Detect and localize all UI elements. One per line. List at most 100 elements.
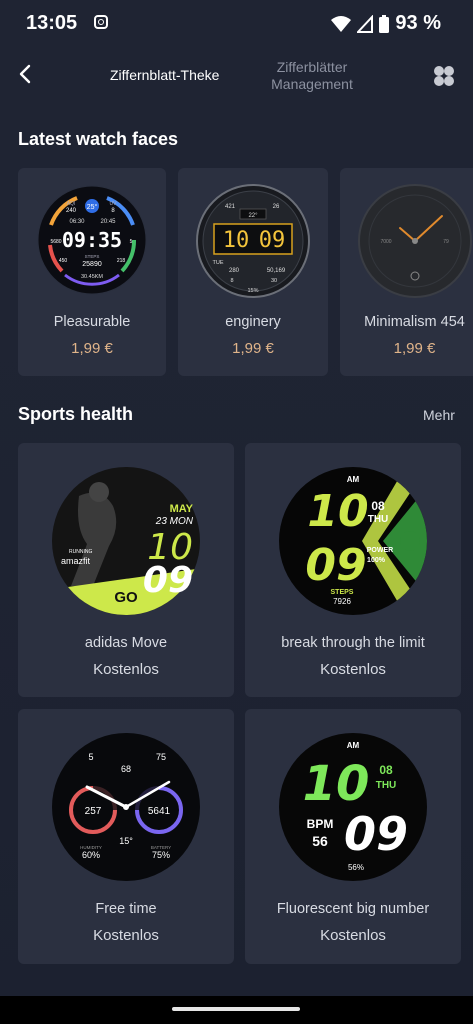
instagram-icon <box>94 15 108 29</box>
face-left-value: 257 <box>85 806 102 817</box>
section-title-sports: Sports health <box>18 404 134 424</box>
status-right: 93 % <box>331 12 441 35</box>
watchface-card-pleasurable[interactable]: 25° AQI 240 UV 8 06:30 20:45 09:35 5680 … <box>18 168 166 376</box>
face-power-value: 100% <box>367 557 386 564</box>
face-weekday: THU <box>376 780 397 791</box>
watchface-card-break-through-the-limit[interactable]: AM 10 09 08 THU POWER 100% STEPS 7926 br… <box>245 443 461 697</box>
watchface-price: Kostenlos <box>93 661 159 678</box>
top-nav: Ziffernblatt-Theke Zifferblätter Managem… <box>0 48 473 108</box>
face-side-right: 5 <box>130 239 133 245</box>
watchface-price: 1,99 € <box>71 340 113 357</box>
watchface-preview: 25° AQI 240 UV 8 06:30 20:45 09:35 5680 … <box>37 185 147 295</box>
face-right-percent: 75% <box>152 850 170 860</box>
face-low-right: 30 <box>271 278 277 284</box>
face-steps: 25890 <box>82 261 102 268</box>
face-left-time: 06:30 <box>69 219 85 225</box>
watchface-name: Fluorescent big number <box>276 901 430 917</box>
watchface-price: Kostenlos <box>320 927 386 944</box>
navigation-bar <box>0 996 473 1024</box>
face-weekday: THU <box>368 514 389 525</box>
face-date: 08 <box>371 499 385 513</box>
more-link[interactable]: Mehr <box>423 407 455 423</box>
face-top-right: 75 <box>156 752 166 762</box>
watchface-name: Pleasurable <box>53 314 131 330</box>
watchface-preview: AM 10 09 08 THU POWER 100% STEPS 7926 <box>279 467 427 615</box>
face-running: RUNNING <box>69 549 92 555</box>
face-left-percent: 60% <box>82 850 100 860</box>
face-uv-label: UV <box>110 201 118 207</box>
face-bpm-label: BPM <box>307 817 334 831</box>
watchface-name: adidas Move <box>84 635 168 651</box>
face-aqi: 240 <box>66 208 77 214</box>
watchface-price: Kostenlos <box>93 927 159 944</box>
face-date: 08 <box>379 763 393 777</box>
face-kcal: 218 <box>117 258 126 264</box>
face-left-label: 7000 <box>380 239 391 245</box>
face-top-right: 26 <box>273 204 280 210</box>
watchface-preview: 10 09 22° 421 26 TUE 280 50,169 8 30 15% <box>196 184 310 298</box>
watchface-preview: AM 10 08 THU BPM 56 09 56% <box>279 733 427 881</box>
section-title-latest: Latest watch faces <box>18 129 179 149</box>
battery-icon <box>379 14 390 33</box>
watchface-name: Free time <box>95 901 157 917</box>
home-gesture-pill[interactable] <box>172 1007 300 1011</box>
face-minutes: 09 <box>344 807 408 861</box>
face-right-label: 79 <box>443 239 449 245</box>
grid-icon[interactable] <box>432 64 456 88</box>
tab-watchface-store[interactable]: Ziffernblatt-Theke <box>110 67 219 83</box>
watchface-preview: MAY 23 MON 10 09 RUNNING amazfit GO <box>52 467 200 615</box>
face-right-val: 50,169 <box>267 268 286 274</box>
face-low-left: 8 <box>230 278 233 284</box>
face-month: MAY <box>170 503 194 515</box>
face-bpm-value: 56 <box>312 833 328 849</box>
face-temp: 25° <box>87 203 98 211</box>
watchface-name: Minimalism 454 <box>364 314 465 330</box>
face-distance: 30.45KM <box>81 274 103 280</box>
face-top-left: 5 <box>88 752 93 762</box>
watchface-card-fluorescent-big-number[interactable]: AM 10 08 THU BPM 56 09 56% Fluorescent b… <box>245 709 461 964</box>
face-steps-label: STEPS <box>331 589 354 596</box>
watchface-name: break through the limit <box>281 635 425 651</box>
face-battery: 56% <box>348 863 364 872</box>
tab-watchface-management[interactable]: Zifferblätter Management <box>262 59 362 93</box>
watchface-name: enginery <box>225 314 281 330</box>
watchface-preview: 7000 79 <box>358 184 472 298</box>
face-time: 09:35 <box>62 228 122 252</box>
face-top-left: 421 <box>225 204 236 210</box>
face-hours: 10 <box>307 486 368 537</box>
face-brand: amazfit <box>61 556 91 566</box>
face-right-time: 20:45 <box>100 219 116 225</box>
watchface-price: Kostenlos <box>320 661 386 678</box>
face-temp: 15° <box>119 836 133 846</box>
face-am: AM <box>347 741 360 750</box>
face-day: TUE <box>213 260 224 266</box>
face-go: GO <box>114 589 138 606</box>
watchface-price: 1,99 € <box>393 340 436 357</box>
face-day: 23 MON <box>155 516 194 527</box>
watchface-card-enginery[interactable]: 10 09 22° 421 26 TUE 280 50,169 8 30 15%… <box>178 168 328 376</box>
watchface-preview: 5 68 75 257 5641 15° HUMIDITY BATTERY 60… <box>52 733 200 881</box>
signal-icon <box>357 14 374 33</box>
watchface-card-minimalism-454[interactable]: 7000 79 Minimalism 454 1,99 € <box>340 168 473 376</box>
wifi-icon <box>331 15 352 32</box>
face-steps-label: STEPS <box>85 254 100 259</box>
face-minutes: 09 <box>305 540 366 591</box>
watchface-card-adidas-move[interactable]: MAY 23 MON 10 09 RUNNING amazfit GO adid… <box>18 443 234 697</box>
face-right-value: 5641 <box>148 806 171 817</box>
face-temp: 22° <box>248 213 258 219</box>
face-steps: 7926 <box>333 597 351 606</box>
watchface-card-free-time[interactable]: 5 68 75 257 5641 15° HUMIDITY BATTERY 60… <box>18 709 234 964</box>
face-left-val: 280 <box>229 268 240 274</box>
face-minutes: 09 <box>259 228 286 253</box>
face-hours: 10 <box>223 228 250 253</box>
face-minutes: 09 <box>143 560 193 601</box>
status-time: 13:05 <box>26 12 78 34</box>
face-battery: 15% <box>247 288 258 294</box>
face-am: AM <box>347 475 360 484</box>
face-side-left: 5680 <box>50 239 61 245</box>
face-power-label: POWER <box>367 547 393 554</box>
face-heart-rate: 68 <box>121 764 131 774</box>
battery-percent: 93 % <box>395 12 441 34</box>
status-bar: 13:05 93 % <box>0 0 473 48</box>
chevron-left-icon[interactable] <box>14 62 38 86</box>
